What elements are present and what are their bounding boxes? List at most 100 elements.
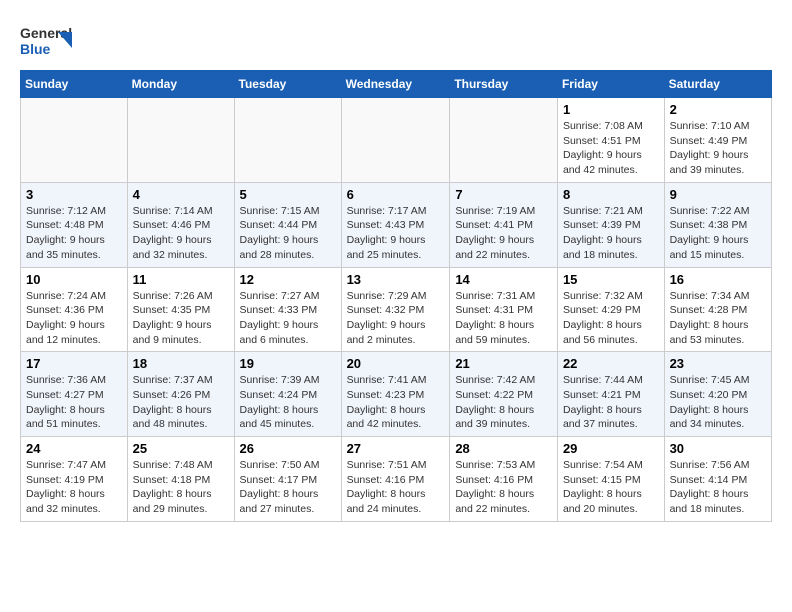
- day-info: Sunrise: 7:17 AM Sunset: 4:43 PM Dayligh…: [347, 204, 445, 263]
- day-number: 8: [563, 187, 659, 202]
- day-number: 7: [455, 187, 552, 202]
- calendar-cell: 10 Sunrise: 7:24 AM Sunset: 4:36 PM Dayli…: [21, 267, 128, 352]
- calendar-cell: 15 Sunrise: 7:32 AM Sunset: 4:29 PM Dayli…: [557, 267, 664, 352]
- calendar-cell: 18 Sunrise: 7:37 AM Sunset: 4:26 PM Dayli…: [127, 352, 234, 437]
- day-number: 5: [240, 187, 336, 202]
- day-info: Sunrise: 7:32 AM Sunset: 4:29 PM Dayligh…: [563, 289, 659, 348]
- calendar-cell: 8Sunrise: 7:21 AM Sunset: 4:39 PM Daylig…: [557, 182, 664, 267]
- day-number: 18: [133, 356, 229, 371]
- day-number: 30: [670, 441, 766, 456]
- calendar-week-row: 17Sunrise: 7:36 AM Sunset: 4:27 PM Dayli…: [21, 352, 772, 437]
- calendar-cell: 11 Sunrise: 7:26 AM Sunset: 4:35 PM Dayli…: [127, 267, 234, 352]
- day-info: Sunrise: 7:29 AM Sunset: 4:32 PM Dayligh…: [347, 289, 445, 348]
- calendar-week-row: 1Sunrise: 7:08 AM Sunset: 4:51 PM Daylig…: [21, 98, 772, 183]
- svg-text:Blue: Blue: [20, 41, 51, 57]
- day-number: 19: [240, 356, 336, 371]
- day-info: Sunrise: 7:34 AM Sunset: 4:28 PM Dayligh…: [670, 289, 766, 348]
- day-info: Sunrise: 7:22 AM Sunset: 4:38 PM Dayligh…: [670, 204, 766, 263]
- calendar-cell: 24 Sunrise: 7:47 AM Sunset: 4:19 PM Dayli…: [21, 437, 128, 522]
- calendar-cell: 21Sunrise: 7:42 AM Sunset: 4:22 PM Dayli…: [450, 352, 558, 437]
- logo: GeneralBlue: [20, 20, 80, 60]
- calendar-cell: [127, 98, 234, 183]
- calendar-cell: 4 Sunrise: 7:14 AM Sunset: 4:46 PM Daylig…: [127, 182, 234, 267]
- day-info: Sunrise: 7:56 AM Sunset: 4:14 PM Dayligh…: [670, 458, 766, 517]
- calendar-cell: 16 Sunrise: 7:34 AM Sunset: 4:28 PM Dayli…: [664, 267, 771, 352]
- calendar-cell: 3 Sunrise: 7:12 AM Sunset: 4:48 PM Daylig…: [21, 182, 128, 267]
- calendar-cell: 25 Sunrise: 7:48 AM Sunset: 4:18 PM Dayli…: [127, 437, 234, 522]
- calendar-cell: 13 Sunrise: 7:29 AM Sunset: 4:32 PM Dayli…: [341, 267, 450, 352]
- calendar-week-row: 10 Sunrise: 7:24 AM Sunset: 4:36 PM Dayli…: [21, 267, 772, 352]
- day-info: Sunrise: 7:08 AM Sunset: 4:51 PM Dayligh…: [563, 119, 659, 178]
- day-number: 10: [26, 272, 122, 287]
- day-number: 12: [240, 272, 336, 287]
- day-info: Sunrise: 7:14 AM Sunset: 4:46 PM Dayligh…: [133, 204, 229, 263]
- weekday-header: Wednesday: [341, 71, 450, 98]
- day-info: Sunrise: 7:48 AM Sunset: 4:18 PM Dayligh…: [133, 458, 229, 517]
- day-number: 22: [563, 356, 659, 371]
- calendar-cell: 6 Sunrise: 7:17 AM Sunset: 4:43 PM Daylig…: [341, 182, 450, 267]
- day-number: 2: [670, 102, 766, 117]
- day-info: Sunrise: 7:37 AM Sunset: 4:26 PM Dayligh…: [133, 373, 229, 432]
- day-number: 17: [26, 356, 122, 371]
- day-number: 23: [670, 356, 766, 371]
- day-number: 6: [347, 187, 445, 202]
- day-number: 26: [240, 441, 336, 456]
- day-number: 25: [133, 441, 229, 456]
- calendar-cell: [341, 98, 450, 183]
- calendar-cell: 20Sunrise: 7:41 AM Sunset: 4:23 PM Dayli…: [341, 352, 450, 437]
- calendar-cell: 17Sunrise: 7:36 AM Sunset: 4:27 PM Dayli…: [21, 352, 128, 437]
- day-number: 20: [347, 356, 445, 371]
- day-number: 27: [347, 441, 445, 456]
- day-info: Sunrise: 7:51 AM Sunset: 4:16 PM Dayligh…: [347, 458, 445, 517]
- day-info: Sunrise: 7:44 AM Sunset: 4:21 PM Dayligh…: [563, 373, 659, 432]
- page-header: GeneralBlue: [20, 20, 772, 60]
- day-info: Sunrise: 7:54 AM Sunset: 4:15 PM Dayligh…: [563, 458, 659, 517]
- calendar-cell: 12 Sunrise: 7:27 AM Sunset: 4:33 PM Dayli…: [234, 267, 341, 352]
- day-info: Sunrise: 7:47 AM Sunset: 4:19 PM Dayligh…: [26, 458, 122, 517]
- calendar-cell: 9Sunrise: 7:22 AM Sunset: 4:38 PM Daylig…: [664, 182, 771, 267]
- day-info: Sunrise: 7:19 AM Sunset: 4:41 PM Dayligh…: [455, 204, 552, 263]
- weekday-header-row: SundayMondayTuesdayWednesdayThursdayFrid…: [21, 71, 772, 98]
- calendar-cell: 27 Sunrise: 7:51 AM Sunset: 4:16 PM Dayli…: [341, 437, 450, 522]
- calendar-cell: 26 Sunrise: 7:50 AM Sunset: 4:17 PM Dayli…: [234, 437, 341, 522]
- day-number: 14: [455, 272, 552, 287]
- calendar-cell: 29Sunrise: 7:54 AM Sunset: 4:15 PM Dayli…: [557, 437, 664, 522]
- day-info: Sunrise: 7:50 AM Sunset: 4:17 PM Dayligh…: [240, 458, 336, 517]
- day-number: 15: [563, 272, 659, 287]
- day-number: 4: [133, 187, 229, 202]
- day-info: Sunrise: 7:31 AM Sunset: 4:31 PM Dayligh…: [455, 289, 552, 348]
- day-info: Sunrise: 7:27 AM Sunset: 4:33 PM Dayligh…: [240, 289, 336, 348]
- day-info: Sunrise: 7:10 AM Sunset: 4:49 PM Dayligh…: [670, 119, 766, 178]
- calendar-cell: 28Sunrise: 7:53 AM Sunset: 4:16 PM Dayli…: [450, 437, 558, 522]
- weekday-header: Sunday: [21, 71, 128, 98]
- day-number: 11: [133, 272, 229, 287]
- calendar-cell: [21, 98, 128, 183]
- day-number: 24: [26, 441, 122, 456]
- calendar-week-row: 24 Sunrise: 7:47 AM Sunset: 4:19 PM Dayli…: [21, 437, 772, 522]
- calendar-cell: 14 Sunrise: 7:31 AM Sunset: 4:31 PM Dayli…: [450, 267, 558, 352]
- calendar-cell: 22 Sunrise: 7:44 AM Sunset: 4:21 PM Dayli…: [557, 352, 664, 437]
- day-info: Sunrise: 7:26 AM Sunset: 4:35 PM Dayligh…: [133, 289, 229, 348]
- calendar-cell: 19 Sunrise: 7:39 AM Sunset: 4:24 PM Dayli…: [234, 352, 341, 437]
- weekday-header: Saturday: [664, 71, 771, 98]
- weekday-header: Tuesday: [234, 71, 341, 98]
- calendar-cell: 2 Sunrise: 7:10 AM Sunset: 4:49 PM Daylig…: [664, 98, 771, 183]
- day-info: Sunrise: 7:24 AM Sunset: 4:36 PM Dayligh…: [26, 289, 122, 348]
- day-info: Sunrise: 7:39 AM Sunset: 4:24 PM Dayligh…: [240, 373, 336, 432]
- logo-svg: GeneralBlue: [20, 20, 80, 60]
- calendar-cell: 5 Sunrise: 7:15 AM Sunset: 4:44 PM Daylig…: [234, 182, 341, 267]
- day-number: 3: [26, 187, 122, 202]
- calendar-cell: 30 Sunrise: 7:56 AM Sunset: 4:14 PM Dayli…: [664, 437, 771, 522]
- calendar-week-row: 3 Sunrise: 7:12 AM Sunset: 4:48 PM Daylig…: [21, 182, 772, 267]
- day-info: Sunrise: 7:45 AM Sunset: 4:20 PM Dayligh…: [670, 373, 766, 432]
- calendar-cell: [234, 98, 341, 183]
- day-number: 13: [347, 272, 445, 287]
- day-number: 28: [455, 441, 552, 456]
- day-info: Sunrise: 7:15 AM Sunset: 4:44 PM Dayligh…: [240, 204, 336, 263]
- day-number: 16: [670, 272, 766, 287]
- weekday-header: Monday: [127, 71, 234, 98]
- calendar-cell: [450, 98, 558, 183]
- day-info: Sunrise: 7:12 AM Sunset: 4:48 PM Dayligh…: [26, 204, 122, 263]
- day-info: Sunrise: 7:42 AM Sunset: 4:22 PM Dayligh…: [455, 373, 552, 432]
- weekday-header: Thursday: [450, 71, 558, 98]
